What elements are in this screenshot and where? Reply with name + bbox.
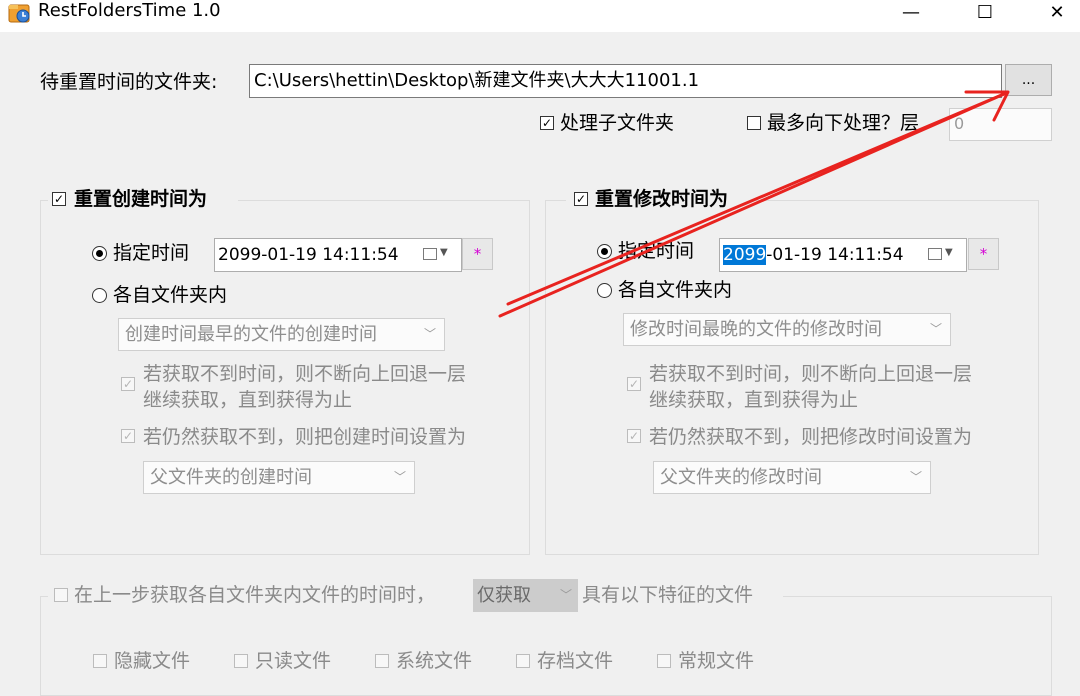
annotation-arrow <box>498 90 1010 318</box>
